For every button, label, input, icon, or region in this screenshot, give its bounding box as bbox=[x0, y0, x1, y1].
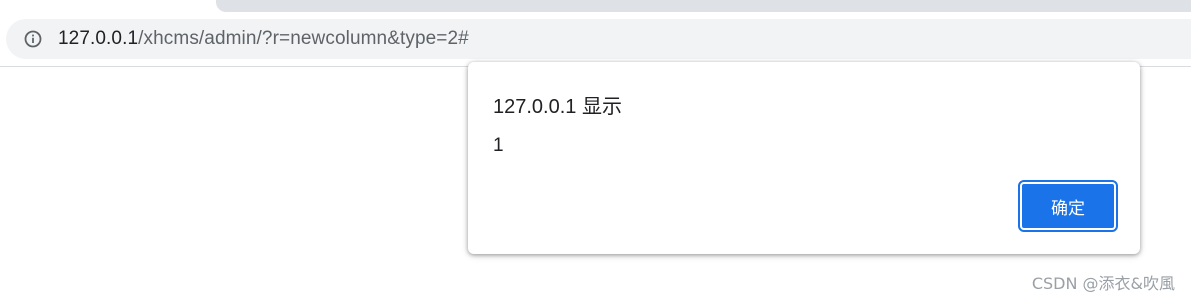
active-tab-edge[interactable] bbox=[216, 0, 1191, 12]
dialog-message: 1 bbox=[493, 135, 504, 156]
info-icon[interactable] bbox=[24, 30, 42, 48]
alert-dialog: 127.0.0.1 显示 1 确定 bbox=[468, 62, 1140, 254]
tab-strip bbox=[0, 0, 1191, 12]
ok-button[interactable]: 确定 bbox=[1018, 180, 1118, 232]
browser-toolbar: 127.0.0.1/xhcms/admin/?r=newcolumn&type=… bbox=[0, 12, 1191, 67]
url-host: 127.0.0.1 bbox=[58, 28, 139, 49]
address-bar[interactable]: 127.0.0.1/xhcms/admin/?r=newcolumn&type=… bbox=[6, 19, 1191, 59]
url-path: /xhcms/admin/?r=newcolumn&type=2# bbox=[138, 28, 469, 49]
url-text[interactable]: 127.0.0.1/xhcms/admin/?r=newcolumn&type=… bbox=[58, 19, 469, 59]
watermark: CSDN @添衣&吹風 bbox=[1031, 274, 1175, 293]
dialog-title: 127.0.0.1 显示 bbox=[493, 96, 622, 118]
